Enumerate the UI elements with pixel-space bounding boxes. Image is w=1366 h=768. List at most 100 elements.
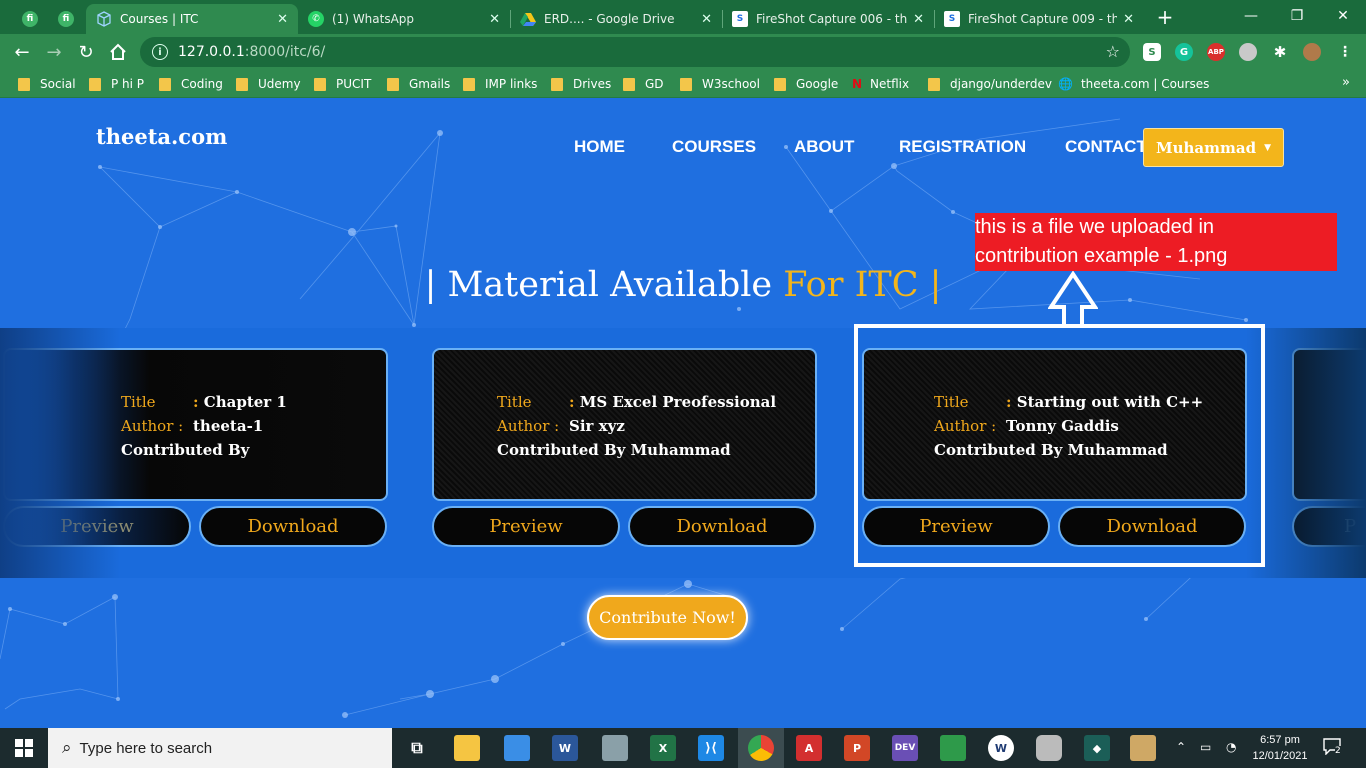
bookmark-drives[interactable]: Drives: [551, 76, 611, 92]
bookmark-social[interactable]: Social: [18, 76, 76, 92]
vscode-icon[interactable]: ⟩⟨: [698, 735, 724, 761]
notification-center-icon[interactable]: 2: [1322, 737, 1344, 757]
download-button[interactable]: Download: [628, 506, 816, 547]
grammarly-icon[interactable]: G: [1175, 43, 1193, 61]
site-brand[interactable]: theeta.com: [96, 124, 227, 149]
browser-menu-icon[interactable]: ⋮: [1336, 43, 1354, 61]
start-button[interactable]: [0, 728, 48, 768]
user-dropdown-button[interactable]: Muhammad ▼: [1143, 128, 1284, 167]
word-icon[interactable]: W: [552, 735, 578, 761]
bookmark-coding[interactable]: Coding: [159, 76, 223, 92]
nav-courses[interactable]: COURSES: [672, 137, 756, 157]
close-tab-icon[interactable]: ✕: [913, 12, 924, 27]
fireshot-icon: S: [944, 11, 960, 27]
bookmark-google[interactable]: Google: [774, 76, 838, 92]
back-button[interactable]: ←: [10, 40, 34, 64]
card-title: Chapter 1: [203, 393, 287, 411]
close-window-button[interactable]: ✕: [1320, 0, 1366, 32]
contribute-now-button[interactable]: Contribute Now!: [587, 595, 748, 640]
home-button[interactable]: [106, 40, 130, 64]
bookmark-udemy[interactable]: Udemy: [236, 76, 301, 92]
download-button[interactable]: Download: [199, 506, 387, 547]
puzzle-extensions-icon[interactable]: ✱: [1271, 43, 1289, 61]
photos-icon[interactable]: [602, 735, 628, 761]
card-details: Title: Chapter 1 Author : theeta-1 Contri…: [121, 390, 287, 462]
bookmark-w3school[interactable]: W3school: [680, 76, 760, 92]
taskbar-search-input[interactable]: ⌕ Type here to search: [48, 728, 392, 768]
bookmarks-bar: Social P hi P Coding Udemy PUCIT Gmails …: [0, 70, 1366, 98]
database-icon[interactable]: [1036, 735, 1062, 761]
card-details: Title: MS Excel Preofessional Author : Si…: [497, 390, 776, 462]
network-globe-icon[interactable]: [940, 735, 966, 761]
taskbar-clock[interactable]: 6:57 pm 12/01/2021: [1250, 732, 1310, 764]
nav-about[interactable]: ABOUT: [794, 137, 854, 157]
tab-title: (1) WhatsApp: [332, 12, 415, 26]
close-tab-icon[interactable]: ✕: [277, 12, 288, 27]
preview-button[interactable]: Preview: [432, 506, 620, 547]
browser-toolbar: ← → ↻ i 127.0.0.1:8000/itc/6/ ☆ S G ABP …: [0, 34, 1366, 70]
app-w-icon[interactable]: W: [988, 735, 1014, 761]
bookmark-star-icon[interactable]: ☆: [1106, 42, 1120, 61]
tab-fireshot-006[interactable]: S FireShot Capture 006 - theeta ✕: [722, 4, 934, 34]
material-card: Title: MS Excel Preofessional Author : Si…: [432, 348, 817, 501]
bookmark-phip[interactable]: P hi P: [89, 76, 144, 92]
close-tab-icon[interactable]: ✕: [701, 12, 712, 27]
minimize-button[interactable]: —: [1228, 0, 1274, 32]
control-panel-icon[interactable]: [504, 735, 530, 761]
folder-icon: [928, 77, 940, 91]
fireshot-icon: S: [732, 11, 748, 27]
folder-icon: [463, 77, 475, 91]
card-author: Sir xyz: [569, 417, 625, 435]
bookmarks-overflow-button[interactable]: »: [1342, 75, 1350, 90]
bookmark-imp-links[interactable]: IMP links: [463, 76, 537, 92]
bookmark-gd[interactable]: GD: [623, 76, 664, 92]
powerpoint-icon[interactable]: P: [844, 735, 870, 761]
bookmark-netflix[interactable]: N Netflix: [852, 76, 909, 92]
nav-registration[interactable]: REGISTRATION: [899, 137, 1026, 157]
close-tab-icon[interactable]: ✕: [1123, 12, 1134, 27]
bookmark-theeta-courses[interactable]: 🌐 theeta.com | Courses: [1058, 76, 1209, 92]
battery-icon[interactable]: ▭: [1200, 740, 1211, 754]
bookmark-pucit[interactable]: PUCIT: [314, 76, 371, 92]
netflix-icon: N: [852, 77, 863, 91]
tray-chevron-icon[interactable]: ⌃: [1176, 740, 1186, 754]
card-contributor: Contributed By: [121, 441, 250, 459]
card-title: MS Excel Preofessional: [579, 393, 777, 411]
excel-icon[interactable]: X: [650, 735, 676, 761]
pinned-tab-1[interactable]: fi: [12, 4, 48, 34]
user-name: Muhammad: [1155, 138, 1257, 157]
acrobat-icon[interactable]: A: [796, 735, 822, 761]
fireshot-extension-icon[interactable]: S: [1143, 43, 1161, 61]
tab-google-drive[interactable]: ERD.... - Google Drive ✕: [510, 4, 722, 34]
task-view-icon[interactable]: ⧉: [404, 735, 430, 761]
chrome-icon[interactable]: [748, 735, 774, 761]
bookmark-django[interactable]: django/underdev: [928, 76, 1052, 92]
nav-home[interactable]: HOME: [574, 137, 625, 157]
wifi-icon[interactable]: ◔: [1226, 740, 1236, 754]
extension-circle-icon[interactable]: [1239, 43, 1257, 61]
file-explorer-icon[interactable]: [454, 735, 480, 761]
tab-whatsapp[interactable]: ✆ (1) WhatsApp ✕: [298, 4, 510, 34]
reload-button[interactable]: ↻: [74, 40, 98, 64]
fi-favicon-icon: fi: [58, 11, 74, 27]
app-diamond-icon[interactable]: ◆: [1084, 735, 1110, 761]
info-icon[interactable]: i: [152, 44, 168, 60]
forward-button[interactable]: →: [42, 40, 66, 64]
profile-avatar[interactable]: [1303, 43, 1321, 61]
restore-button[interactable]: ❐: [1274, 0, 1320, 32]
adblock-icon[interactable]: ABP: [1207, 43, 1225, 61]
tab-courses-itc[interactable]: Courses | ITC ✕: [86, 4, 298, 34]
new-tab-button[interactable]: +: [1155, 6, 1175, 28]
address-bar[interactable]: i 127.0.0.1:8000/itc/6/ ☆: [140, 37, 1130, 67]
pinned-tab-2[interactable]: fi: [48, 4, 84, 34]
tab-fireshot-009[interactable]: S FireShot Capture 009 - theeta ✕: [934, 4, 1144, 34]
close-tab-icon[interactable]: ✕: [489, 12, 500, 27]
nav-contact[interactable]: CONTACT: [1065, 137, 1147, 157]
bookmark-gmails[interactable]: Gmails: [387, 76, 450, 92]
folder-icon: [774, 77, 786, 91]
devcpp-icon[interactable]: DEV: [892, 735, 918, 761]
tab-title: FireShot Capture 009 - theeta: [968, 12, 1118, 26]
search-icon: ⌕: [62, 738, 72, 757]
page-heading: | Material Available For ITC |: [424, 265, 942, 305]
paint-icon[interactable]: [1130, 735, 1156, 761]
